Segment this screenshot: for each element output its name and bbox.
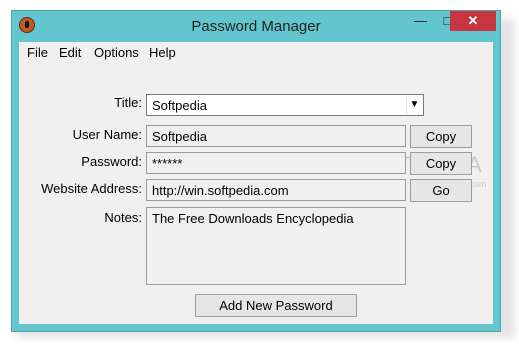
title-label: Title: [114, 95, 142, 110]
username-label: User Name: [72, 127, 142, 142]
menu-file[interactable]: File [27, 45, 48, 60]
minimize-button[interactable]: — [407, 11, 434, 31]
menu-options[interactable]: Options [94, 45, 139, 60]
copy-password-button[interactable]: Copy [410, 152, 472, 175]
add-new-password-button[interactable]: Add New Password [195, 294, 357, 317]
title-combobox[interactable]: Softpedia ▼ [146, 94, 424, 116]
menu-edit[interactable]: Edit [59, 45, 81, 60]
copy-username-button[interactable]: Copy [410, 125, 472, 148]
password-label: Password: [81, 154, 142, 169]
app-window: Password Manager — □ ✕ File Edit Options… [11, 10, 501, 332]
menu-bar: File Edit Options Help [19, 42, 493, 62]
website-label: Website Address: [41, 181, 142, 196]
go-button[interactable]: Go [410, 179, 472, 202]
username-field[interactable]: Softpedia [146, 125, 406, 147]
close-button[interactable]: ✕ [450, 11, 496, 31]
notes-textarea[interactable]: The Free Downloads Encyclopedia [146, 207, 406, 285]
notes-label: Notes: [104, 210, 142, 225]
chevron-down-icon[interactable]: ▼ [406, 96, 422, 114]
website-field[interactable]: http://win.softpedia.com [146, 179, 406, 201]
menu-help[interactable]: Help [149, 45, 176, 60]
password-field[interactable]: ****** [146, 152, 406, 174]
title-combobox-value: Softpedia [152, 98, 207, 113]
client-area: File Edit Options Help SOFTPEDIA www.sof… [19, 42, 493, 324]
